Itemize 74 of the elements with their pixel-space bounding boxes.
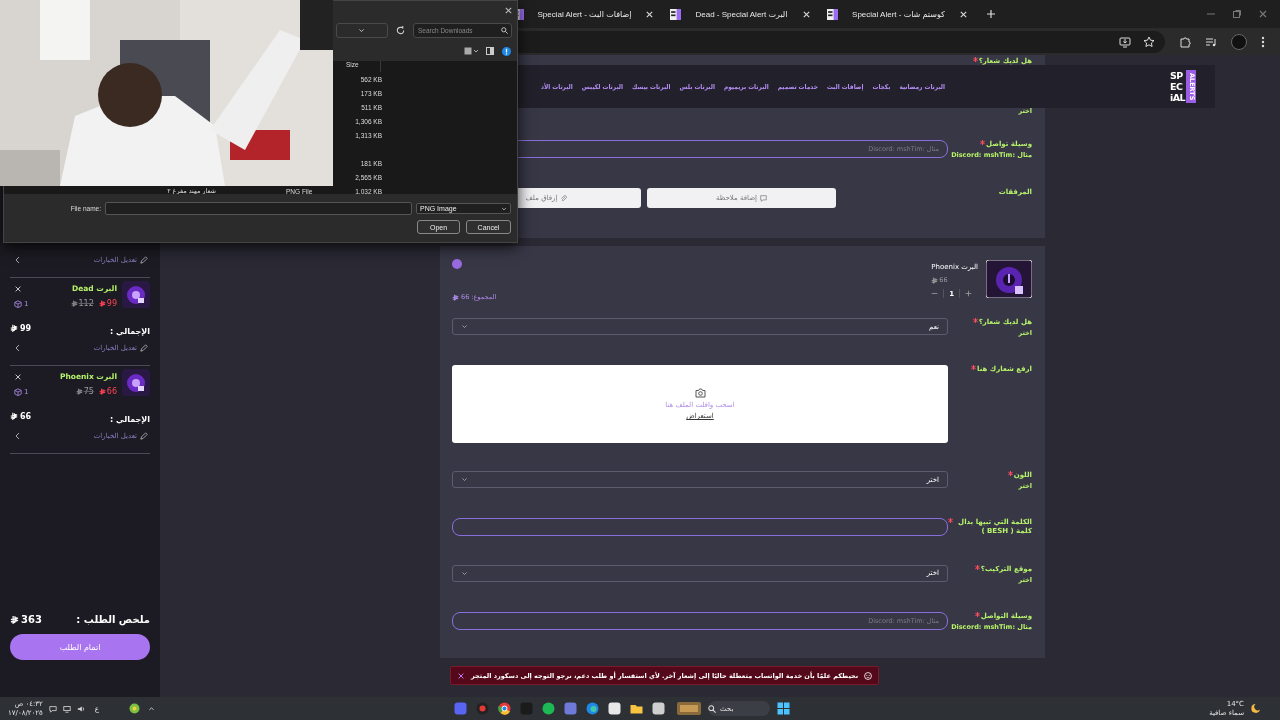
chevron-down-icon bbox=[461, 476, 468, 484]
remove-icon[interactable] bbox=[14, 284, 22, 293]
camera-icon bbox=[694, 388, 706, 399]
riyal-icon bbox=[70, 300, 78, 307]
product-thumbnail bbox=[986, 260, 1032, 299]
refresh-icon[interactable] bbox=[396, 25, 405, 35]
order-total: 363 bbox=[21, 613, 42, 625]
install-icon[interactable] bbox=[1119, 35, 1131, 48]
total-label: الإجمالي : bbox=[110, 326, 150, 336]
comment-icon bbox=[760, 194, 768, 202]
riyal-icon bbox=[10, 324, 18, 332]
close-icon[interactable] bbox=[457, 671, 465, 680]
remove-icon[interactable] bbox=[14, 372, 22, 381]
total-label: الإجمالي : bbox=[110, 414, 150, 424]
chat-icon[interactable] bbox=[48, 704, 57, 713]
sad-face-icon bbox=[864, 671, 873, 680]
riyal-icon bbox=[98, 388, 106, 395]
riyal-icon bbox=[10, 614, 19, 624]
menu-icon[interactable] bbox=[1261, 35, 1265, 48]
pencil-icon bbox=[140, 256, 148, 264]
item-total: 66 bbox=[20, 411, 32, 421]
file-name-field[interactable] bbox=[105, 202, 412, 215]
app-icon[interactable] bbox=[497, 701, 512, 716]
app-icon[interactable] bbox=[607, 701, 622, 716]
logo-icon bbox=[670, 8, 681, 20]
chevron-up-icon[interactable] bbox=[148, 705, 155, 712]
riyal-icon bbox=[452, 293, 459, 301]
pencil-icon bbox=[140, 344, 148, 352]
moon-icon bbox=[1249, 703, 1260, 714]
cube-icon bbox=[14, 299, 22, 308]
app-icon[interactable] bbox=[585, 701, 600, 716]
search-icon bbox=[708, 704, 716, 713]
chevron-down-icon bbox=[461, 323, 468, 331]
browser-tab[interactable]: كوستم شات - Special Alert bbox=[819, 0, 976, 28]
sale-price: 66 bbox=[106, 387, 117, 396]
star-icon[interactable] bbox=[1143, 35, 1155, 48]
logo-icon bbox=[827, 8, 838, 20]
chevron-left-icon[interactable] bbox=[14, 344, 20, 352]
start-icon[interactable] bbox=[777, 702, 790, 715]
path-field[interactable] bbox=[336, 22, 388, 38]
help-icon[interactable] bbox=[502, 46, 511, 56]
chevron-down-icon bbox=[358, 26, 365, 34]
playlist-icon[interactable] bbox=[1205, 35, 1217, 48]
app-icon[interactable] bbox=[541, 701, 556, 716]
pencil-icon bbox=[140, 432, 148, 440]
app-icon[interactable] bbox=[127, 701, 142, 716]
close-icon[interactable] bbox=[504, 5, 513, 15]
input-field[interactable] bbox=[452, 518, 948, 537]
preview-pane-icon[interactable] bbox=[486, 47, 494, 55]
chevron-left-icon[interactable] bbox=[14, 256, 20, 264]
product-thumbnail bbox=[122, 369, 150, 396]
paperclip-icon bbox=[560, 194, 568, 202]
item-total: 99 bbox=[20, 323, 32, 333]
profile-avatar[interactable] bbox=[1231, 33, 1247, 50]
app-icon[interactable] bbox=[651, 701, 666, 716]
riyal-icon bbox=[98, 300, 106, 307]
status-dot bbox=[452, 259, 462, 270]
plus-icon[interactable] bbox=[965, 290, 973, 298]
product-thumbnail bbox=[122, 281, 150, 308]
view-icon[interactable] bbox=[464, 47, 478, 55]
chevron-down-icon bbox=[501, 205, 507, 212]
riyal-icon bbox=[75, 388, 83, 395]
search-icon bbox=[501, 26, 508, 34]
chevron-down-icon bbox=[461, 569, 468, 577]
monitor-icon[interactable] bbox=[62, 704, 71, 713]
summary-label: ملخص الطلب : bbox=[76, 613, 150, 625]
riyal-icon bbox=[10, 412, 18, 420]
riyal-icon bbox=[931, 276, 939, 284]
cube-icon bbox=[14, 387, 22, 396]
volume-icon[interactable] bbox=[76, 704, 85, 713]
restore-icon[interactable] bbox=[1232, 9, 1242, 19]
browser-tab[interactable]: البرت Dead - Special Alert bbox=[662, 0, 819, 28]
chevron-left-icon[interactable] bbox=[14, 432, 20, 440]
sale-price: 99 bbox=[106, 299, 117, 308]
